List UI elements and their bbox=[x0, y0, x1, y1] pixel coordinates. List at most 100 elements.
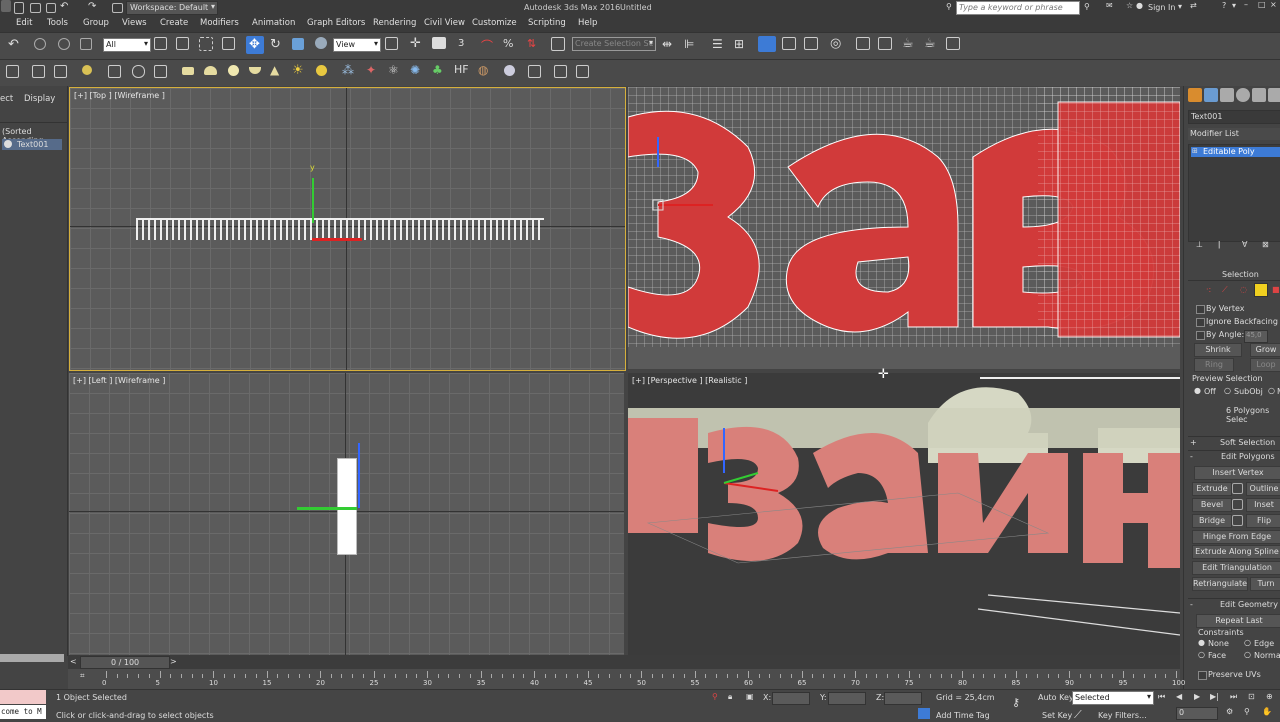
cone-icon[interactable]: ▲ bbox=[270, 63, 279, 77]
new-file-icon[interactable] bbox=[14, 2, 24, 14]
bowl-icon[interactable] bbox=[249, 67, 261, 74]
rollout-header-soft-selection[interactable]: + Soft Selection bbox=[1188, 436, 1280, 448]
tab-select[interactable]: ect bbox=[0, 94, 13, 104]
z-coordinate-field[interactable] bbox=[884, 692, 922, 705]
menu-civil-view[interactable]: Civil View bbox=[424, 18, 465, 28]
menu-graph-editors[interactable]: Graph Editors bbox=[307, 18, 365, 28]
undo-icon[interactable]: ↶ bbox=[60, 1, 68, 12]
selection-filter-dropdown[interactable]: All ▾ bbox=[103, 38, 151, 52]
element-mode-icon[interactable]: ■ bbox=[1272, 285, 1280, 294]
redo-icon[interactable]: ↷ bbox=[88, 1, 96, 12]
save-file-icon[interactable] bbox=[46, 3, 56, 13]
by-vertex-checkbox[interactable] bbox=[1196, 305, 1205, 314]
help-menu-icon[interactable]: ▾ bbox=[1232, 1, 1236, 10]
retriangulate-button[interactable]: Retriangulate bbox=[1192, 577, 1248, 591]
help-icon[interactable]: ? bbox=[1222, 1, 1226, 10]
constraint-edge-radio[interactable]: ○ bbox=[1244, 638, 1251, 647]
tool-3-icon[interactable] bbox=[54, 65, 67, 78]
close-icon[interactable]: × bbox=[1270, 0, 1277, 9]
schematic-view-icon[interactable] bbox=[804, 37, 818, 50]
open-file-icon[interactable] bbox=[30, 3, 41, 13]
key-mode-toggle-icon[interactable]: ⊡ bbox=[1248, 692, 1255, 701]
window-crossing-icon[interactable] bbox=[222, 37, 235, 50]
plane-icon[interactable] bbox=[182, 67, 194, 75]
menu-edit[interactable]: Edit bbox=[16, 18, 32, 28]
snaps-toggle-icon[interactable]: 3 bbox=[458, 38, 464, 49]
menu-rendering[interactable]: Rendering bbox=[373, 18, 416, 28]
render-production-icon[interactable]: ☕ bbox=[902, 36, 914, 51]
layer-manager-icon[interactable]: ☰ bbox=[712, 37, 723, 51]
tool-22-icon[interactable] bbox=[504, 65, 515, 76]
select-and-scale-icon[interactable] bbox=[292, 38, 304, 50]
prev-frame-icon[interactable]: ◀ bbox=[1176, 692, 1182, 701]
search-icon[interactable]: ⚲ bbox=[1084, 2, 1090, 11]
time-tag-icon[interactable] bbox=[918, 708, 930, 719]
insert-vertex-button[interactable]: Insert Vertex bbox=[1194, 466, 1280, 480]
a360-render-icon[interactable] bbox=[946, 37, 960, 50]
set-key-button[interactable]: Set Key bbox=[1042, 711, 1072, 720]
ring-button[interactable]: Ring bbox=[1194, 358, 1234, 372]
inset-button[interactable]: Inset bbox=[1246, 498, 1280, 512]
constraint-normal-radio[interactable]: ○ bbox=[1244, 650, 1251, 659]
explorer-scrollbar[interactable] bbox=[0, 654, 64, 662]
grow-button[interactable]: Grow bbox=[1250, 343, 1280, 357]
select-and-rotate-icon[interactable]: ↻ bbox=[270, 37, 281, 52]
sign-in-link[interactable]: Sign In bbox=[1148, 3, 1175, 12]
menu-customize[interactable]: Customize bbox=[472, 18, 517, 28]
modify-tab-icon[interactable] bbox=[1204, 88, 1218, 102]
time-config-icon[interactable]: ⚙ bbox=[1226, 707, 1233, 716]
tool-25-icon[interactable] bbox=[576, 65, 589, 78]
sun-icon[interactable]: ☀ bbox=[292, 63, 304, 78]
manipulate-icon[interactable]: ✛ bbox=[410, 36, 421, 51]
bridge-button[interactable]: Bridge bbox=[1192, 514, 1232, 528]
ignore-backfacing-checkbox[interactable] bbox=[1196, 318, 1205, 327]
y-coordinate-field[interactable] bbox=[828, 692, 866, 705]
pan-icon[interactable]: ✋ bbox=[1262, 707, 1272, 716]
preview-off-radio[interactable]: ● bbox=[1194, 386, 1201, 395]
time-slider[interactable]: < 0 / 100 > bbox=[68, 655, 1180, 669]
tool-18-icon[interactable]: ✺ bbox=[410, 63, 420, 77]
extrude-settings-icon[interactable] bbox=[1232, 483, 1243, 494]
prev-frame-arrow-icon[interactable]: < bbox=[70, 657, 77, 666]
bevel-settings-icon[interactable] bbox=[1232, 499, 1243, 510]
mirror-icon[interactable]: ⇹ bbox=[662, 37, 672, 51]
zoom-extents-icon[interactable]: ⊕ bbox=[1266, 692, 1273, 701]
maxscript-output[interactable]: come to M bbox=[0, 705, 46, 719]
select-by-name-icon[interactable] bbox=[176, 37, 189, 50]
modifier-stack-item[interactable]: ⊞ Editable Poly bbox=[1191, 147, 1280, 157]
menu-group[interactable]: Group bbox=[83, 18, 109, 28]
search-input[interactable]: Type a keyword or phrase bbox=[956, 1, 1080, 15]
menu-animation[interactable]: Animation bbox=[252, 18, 295, 28]
go-to-end-icon[interactable]: ⏭ bbox=[1230, 692, 1237, 702]
communication-icon[interactable]: ✉ bbox=[1106, 1, 1113, 10]
tool-6-icon[interactable] bbox=[132, 65, 145, 78]
auto-key-button[interactable]: Auto Key bbox=[1038, 693, 1074, 702]
make-unique-icon[interactable]: ∀ bbox=[1242, 240, 1247, 249]
go-to-start-icon[interactable]: ⏮ bbox=[1158, 692, 1165, 702]
constraint-face-radio[interactable]: ○ bbox=[1198, 650, 1205, 659]
app-menu-icon[interactable] bbox=[1, 0, 11, 12]
named-selection-set-dropdown[interactable]: Create Selection Se ▾ bbox=[572, 37, 656, 51]
select-object-icon[interactable] bbox=[154, 37, 167, 50]
preview-multi-radio[interactable]: ○ bbox=[1268, 386, 1275, 395]
menu-help[interactable]: Help bbox=[578, 18, 597, 28]
graphite-toolbar-icon[interactable]: ⊞ bbox=[734, 37, 744, 51]
repeat-last-button[interactable]: Repeat Last bbox=[1196, 614, 1280, 628]
undo-icon[interactable]: ↶ bbox=[8, 37, 19, 52]
lock-selection-icon[interactable]: 🔒︎ bbox=[728, 692, 732, 702]
menu-modifiers[interactable]: Modifiers bbox=[200, 18, 239, 28]
cloth-icon[interactable]: ◍ bbox=[478, 63, 488, 77]
turn-button[interactable]: Turn bbox=[1250, 577, 1280, 591]
vertex-mode-icon[interactable]: ·: bbox=[1206, 285, 1211, 294]
keyboard-shortcut-icon[interactable] bbox=[432, 37, 446, 49]
x-coordinate-field[interactable] bbox=[772, 692, 810, 705]
place-icon[interactable] bbox=[315, 37, 327, 49]
object-name-field[interactable]: Text001 bbox=[1188, 110, 1280, 124]
dome-icon[interactable] bbox=[204, 66, 217, 75]
tool-23-icon[interactable] bbox=[528, 65, 541, 78]
rollout-header-edit-polygons[interactable]: - Edit Polygons bbox=[1188, 450, 1280, 462]
menu-views[interactable]: Views bbox=[122, 18, 147, 28]
mini-curve-editor-icon[interactable]: ⌗ bbox=[80, 671, 85, 681]
by-angle-spinner[interactable]: 45,0 bbox=[1244, 330, 1268, 343]
scene-explorer-icon[interactable] bbox=[758, 36, 776, 52]
